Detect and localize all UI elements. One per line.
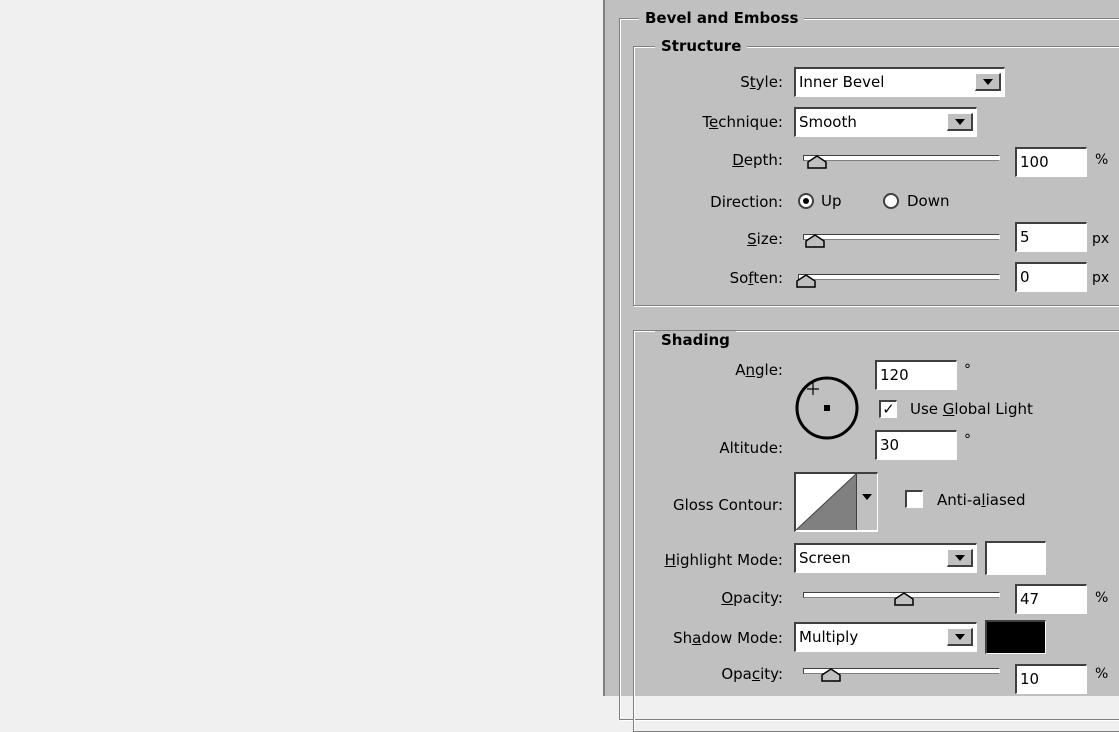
depth-slider-thumb[interactable]: [807, 155, 827, 169]
use-global-light-label[interactable]: Use Global Light: [910, 399, 1033, 419]
direction-label: Direction:: [710, 193, 783, 211]
size-input[interactable]: 5: [1015, 222, 1087, 252]
highlight-opacity-input[interactable]: 47: [1015, 584, 1087, 614]
shadow-opacity-unit: %: [1095, 666, 1109, 682]
highlight-mode-select[interactable]: Screen: [794, 543, 977, 573]
soften-unit: px: [1092, 270, 1110, 286]
altitude-label: Altitude:: [719, 439, 783, 457]
shadow-opacity-label: Opacity:: [721, 665, 783, 683]
depth-input[interactable]: 100: [1015, 147, 1087, 177]
altitude-unit: °: [964, 432, 971, 448]
size-label: Size:: [747, 230, 783, 248]
shadow-mode-label: Shadow Mode:: [673, 629, 783, 647]
angle-dial[interactable]: [791, 372, 863, 444]
depth-unit: %: [1095, 152, 1109, 168]
soften-label: Soften:: [729, 269, 783, 287]
angle-unit: °: [964, 362, 971, 378]
soften-slider-track[interactable]: [798, 274, 1000, 280]
highlight-mode-label: Highlight Mode:: [664, 551, 783, 569]
altitude-input[interactable]: 30: [875, 430, 957, 460]
soften-slider-thumb[interactable]: [796, 274, 816, 288]
technique-value: Smooth: [799, 113, 857, 131]
shading-title: Shading: [655, 331, 736, 349]
contour-dropdown-button[interactable]: [856, 474, 877, 530]
highlight-opacity-thumb[interactable]: [893, 592, 914, 606]
chevron-down-icon: [862, 494, 872, 500]
chevron-down-icon[interactable]: [975, 73, 1001, 91]
direction-down-radio[interactable]: [883, 193, 899, 209]
layer-style-panel: Bevel and Emboss Structure Style: Inner …: [603, 0, 1119, 732]
direction-down-label[interactable]: Down: [907, 191, 950, 211]
gloss-contour-label: Gloss Contour:: [672, 496, 783, 514]
chevron-down-icon[interactable]: [947, 628, 973, 646]
direction-up-label[interactable]: Up: [821, 191, 842, 211]
shadow-opacity-input[interactable]: 10: [1015, 664, 1087, 694]
style-label: Style:: [740, 73, 783, 91]
shadow-opacity-thumb[interactable]: [820, 668, 841, 682]
anti-aliased-label[interactable]: Anti-aliased: [937, 490, 1026, 510]
depth-slider-track[interactable]: [803, 155, 1000, 161]
technique-select[interactable]: Smooth: [794, 107, 977, 137]
chevron-down-icon[interactable]: [947, 549, 973, 567]
bevel-emboss-title: Bevel and Emboss: [639, 9, 805, 27]
shadow-mode-select[interactable]: Multiply: [794, 622, 977, 652]
shadow-mode-value: Multiply: [799, 628, 859, 646]
depth-label: Depth:: [732, 151, 783, 169]
highlight-color-swatch[interactable]: [985, 541, 1046, 575]
structure-title: Structure: [655, 37, 748, 55]
angle-input[interactable]: 120: [875, 360, 957, 390]
direction-up-radio[interactable]: [798, 193, 814, 209]
highlight-opacity-label: Opacity:: [721, 589, 783, 607]
highlight-mode-value: Screen: [799, 549, 851, 567]
angle-label: Angle:: [735, 361, 783, 379]
anti-aliased-checkbox[interactable]: [905, 490, 923, 508]
gloss-contour-picker[interactable]: [794, 472, 878, 532]
technique-label: Technique:: [702, 113, 783, 131]
style-value: Inner Bevel: [799, 73, 885, 91]
contour-preview-icon: [796, 474, 856, 530]
soften-input[interactable]: 0: [1015, 262, 1087, 292]
shadow-color-swatch[interactable]: [985, 620, 1046, 654]
size-unit: px: [1092, 231, 1110, 247]
size-slider-track[interactable]: [803, 234, 1000, 240]
style-select[interactable]: Inner Bevel: [794, 67, 1005, 97]
highlight-opacity-unit: %: [1095, 590, 1109, 606]
chevron-down-icon[interactable]: [947, 113, 973, 131]
use-global-light-checkbox[interactable]: ✓: [879, 400, 897, 418]
size-slider-thumb[interactable]: [805, 234, 825, 248]
